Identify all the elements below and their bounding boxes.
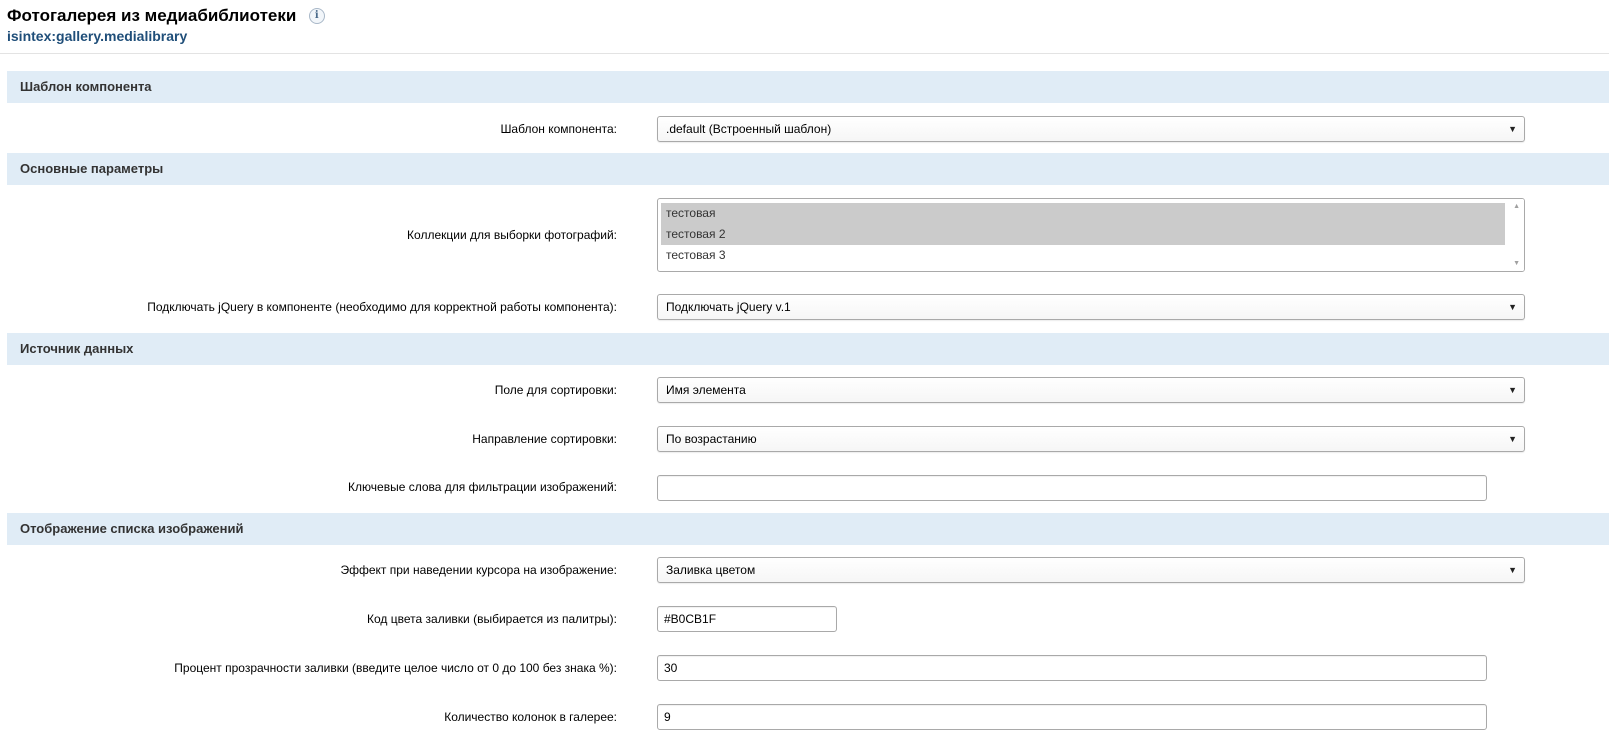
chevron-down-icon: ▼	[1508, 124, 1517, 134]
chevron-down-icon: ▼	[1508, 385, 1517, 395]
section-template: Шаблон компонента	[7, 71, 1609, 103]
template-label: Шаблон компонента:	[500, 122, 617, 136]
sort-direction-select[interactable]: По возрастанию ▼	[657, 426, 1525, 452]
columns-label: Количество колонок в галерее:	[444, 710, 617, 724]
fill-opacity-input[interactable]: 30	[657, 655, 1487, 681]
hover-effect-label: Эффект при наведении курсора на изображе…	[340, 563, 617, 577]
keywords-input[interactable]	[657, 475, 1487, 501]
sort-direction-select-value: По возрастанию	[666, 432, 757, 446]
sort-field-select[interactable]: Имя элемента ▼	[657, 377, 1525, 403]
fill-opacity-label: Процент прозрачности заливки (введите це…	[174, 661, 617, 675]
list-item[interactable]: тестовая 2	[661, 224, 1505, 245]
fill-color-label: Код цвета заливки (выбирается из палитры…	[367, 612, 617, 626]
fill-color-input[interactable]: #B0CB1F	[657, 606, 837, 632]
template-select[interactable]: .default (Встроенный шаблон) ▼	[657, 116, 1525, 142]
section-main: Основные параметры	[7, 153, 1609, 185]
scroll-down-icon[interactable]: ▼	[1513, 260, 1520, 267]
info-icon[interactable]: i	[308, 7, 325, 24]
chevron-down-icon: ▼	[1508, 302, 1517, 312]
columns-input[interactable]: 9	[657, 704, 1487, 730]
sort-field-select-value: Имя элемента	[666, 383, 746, 397]
list-item[interactable]: тестовая 3	[661, 245, 1505, 266]
section-list-display: Отображение списка изображений	[7, 513, 1609, 545]
keywords-label: Ключевые слова для фильтрации изображени…	[348, 480, 617, 494]
jquery-select[interactable]: Подключать jQuery v.1 ▼	[657, 294, 1525, 320]
collections-scrollbar[interactable]: ▲ ▼	[1506, 199, 1524, 271]
jquery-label: Подключать jQuery в компоненте (необходи…	[147, 300, 617, 314]
chevron-down-icon: ▼	[1508, 565, 1517, 575]
scroll-up-icon[interactable]: ▲	[1513, 203, 1520, 210]
page-header: Фотогалерея из медиабиблиотеки i isintex…	[7, 6, 325, 44]
hover-effect-select-value: Заливка цветом	[666, 563, 756, 577]
header-divider	[0, 53, 1609, 54]
list-item[interactable]: тестовая	[661, 203, 1505, 224]
template-select-value: .default (Встроенный шаблон)	[666, 122, 832, 136]
section-data-source: Источник данных	[7, 333, 1609, 365]
collections-listbox[interactable]: тестовая тестовая 2 тестовая 3 ▲ ▼	[657, 198, 1525, 272]
collections-label: Коллекции для выборки фотографий:	[407, 228, 617, 242]
page-title: Фотогалерея из медиабиблиотеки	[7, 6, 297, 25]
jquery-select-value: Подключать jQuery v.1	[666, 300, 791, 314]
component-id: isintex:gallery.medialibrary	[7, 28, 188, 44]
chevron-down-icon: ▼	[1508, 434, 1517, 444]
hover-effect-select[interactable]: Заливка цветом ▼	[657, 557, 1525, 583]
sort-direction-label: Направление сортировки:	[472, 432, 617, 446]
sort-field-label: Поле для сортировки:	[494, 383, 617, 397]
